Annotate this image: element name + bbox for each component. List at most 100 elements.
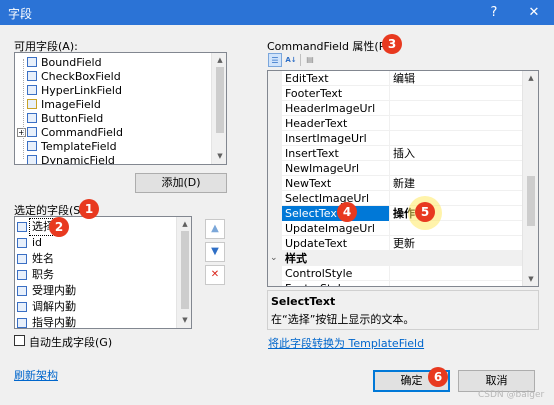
property-row[interactable]: NewText 新建 bbox=[268, 176, 522, 191]
available-field-label: BoundField bbox=[41, 56, 102, 69]
property-row[interactable]: ControlStyle bbox=[268, 266, 522, 281]
button-icon bbox=[27, 113, 37, 123]
property-grid[interactable]: EditText 编辑 FooterText HeaderImageUrl Header… bbox=[267, 70, 539, 287]
available-field-item[interactable]: ImageField bbox=[15, 97, 210, 112]
add-button[interactable]: 添加(D) bbox=[135, 173, 227, 193]
field-icon bbox=[17, 222, 27, 232]
property-value[interactable] bbox=[390, 101, 520, 116]
property-name: NewImageUrl bbox=[282, 161, 390, 176]
property-value[interactable] bbox=[390, 281, 520, 286]
property-row[interactable]: SelectImageUrl bbox=[268, 191, 522, 206]
property-row[interactable]: UpdateImageUrl bbox=[268, 221, 522, 236]
scroll-thumb[interactable] bbox=[216, 67, 224, 133]
available-field-item[interactable]: BoundField bbox=[15, 55, 210, 70]
scroll-thumb[interactable] bbox=[527, 176, 535, 226]
property-value[interactable]: 更新 bbox=[390, 236, 520, 251]
move-up-button[interactable]: ▲ bbox=[205, 219, 225, 239]
annotation-badge-6: 6 bbox=[428, 367, 448, 387]
selected-scrollbar[interactable]: ▲ ▼ bbox=[176, 217, 191, 328]
available-fields-tree[interactable]: BoundField CheckBoxField HyperLinkField Ima… bbox=[14, 52, 227, 165]
property-scrollbar[interactable]: ▲ ▼ bbox=[522, 71, 538, 286]
auto-generate-checkbox[interactable] bbox=[14, 335, 25, 346]
alphabetical-icon[interactable]: A↓ bbox=[284, 53, 298, 67]
field-icon bbox=[27, 57, 37, 67]
selected-field-item[interactable]: 受理内勤 bbox=[15, 283, 175, 299]
dialog-window: 字段 ? ✕ 可用字段(A): BoundField CheckBoxField H… bbox=[0, 0, 554, 405]
convert-to-templatefield-link[interactable]: 将此字段转换为 TemplateField bbox=[268, 335, 424, 351]
property-row[interactable]: EditText 编辑 bbox=[268, 71, 522, 86]
selected-field-item[interactable]: id bbox=[15, 235, 175, 251]
property-row[interactable]: FooterStyle bbox=[268, 281, 522, 286]
scroll-down-icon[interactable]: ▼ bbox=[180, 315, 190, 325]
available-field-item[interactable]: DynamicField bbox=[15, 153, 210, 165]
property-value[interactable] bbox=[390, 131, 520, 146]
hyperlink-icon bbox=[27, 85, 37, 95]
property-value[interactable] bbox=[390, 86, 520, 101]
refresh-schema-link[interactable]: 刷新架构 bbox=[14, 367, 58, 383]
selected-field-item[interactable]: 选择 bbox=[15, 218, 175, 236]
move-down-button[interactable]: ▼ bbox=[205, 242, 225, 262]
close-icon[interactable]: ✕ bbox=[516, 0, 552, 25]
selected-field-label: id bbox=[32, 236, 43, 249]
selected-field-label: 受理内勤 bbox=[32, 284, 76, 297]
title-bar[interactable]: 字段 ? ✕ bbox=[0, 0, 554, 25]
property-value[interactable] bbox=[390, 221, 520, 236]
property-name: FooterStyle bbox=[282, 281, 390, 286]
property-value[interactable]: 编辑 bbox=[390, 71, 520, 86]
scroll-up-icon[interactable]: ▲ bbox=[215, 55, 225, 65]
checkbox-icon bbox=[27, 71, 37, 81]
scroll-up-icon[interactable]: ▲ bbox=[526, 73, 536, 83]
field-icon bbox=[17, 270, 27, 280]
cancel-button[interactable]: 取消 bbox=[458, 370, 535, 392]
property-value[interactable] bbox=[390, 116, 520, 131]
available-field-item[interactable]: HyperLinkField bbox=[15, 83, 210, 98]
expand-icon[interactable]: + bbox=[17, 128, 26, 137]
property-value[interactable] bbox=[390, 266, 520, 281]
selected-field-item[interactable]: 姓名 bbox=[15, 251, 175, 267]
property-row[interactable]: HeaderImageUrl bbox=[268, 101, 522, 116]
field-icon bbox=[17, 302, 27, 312]
help-icon[interactable]: ? bbox=[476, 0, 512, 25]
window-title: 字段 bbox=[8, 7, 33, 21]
delete-button[interactable]: ✕ bbox=[205, 265, 225, 285]
field-icon bbox=[17, 238, 27, 248]
collapse-icon[interactable]: ⌄ bbox=[270, 251, 278, 266]
selected-fields-list[interactable]: 选择 id 姓名 职务 受理内勤调解内勤 指导内勤 ▲ ▼ bbox=[14, 216, 192, 329]
image-icon bbox=[27, 99, 37, 109]
available-field-item[interactable]: TemplateField bbox=[15, 139, 210, 154]
scroll-thumb[interactable] bbox=[181, 231, 189, 309]
property-row[interactable]: HeaderText bbox=[268, 116, 522, 131]
property-pages-icon[interactable]: ▤ bbox=[303, 53, 317, 67]
scroll-down-icon[interactable]: ▼ bbox=[215, 151, 225, 161]
property-row[interactable]: NewImageUrl bbox=[268, 161, 522, 176]
available-scrollbar[interactable]: ▲ ▼ bbox=[211, 53, 226, 164]
property-value[interactable] bbox=[390, 161, 520, 176]
annotation-badge-4: 4 bbox=[337, 202, 357, 222]
property-row[interactable]: InsertText 插入 bbox=[268, 146, 522, 161]
categorized-icon[interactable]: ☰ bbox=[268, 53, 282, 67]
tree-line bbox=[23, 59, 24, 159]
property-name: NewText bbox=[282, 176, 390, 191]
selected-field-item[interactable]: 职务 bbox=[15, 267, 175, 283]
property-row[interactable]: SelectText 操作 bbox=[268, 206, 522, 221]
property-name: UpdateText bbox=[282, 236, 390, 251]
available-field-item[interactable]: + CommandField bbox=[15, 125, 210, 140]
available-field-label: CheckBoxField bbox=[41, 70, 121, 83]
scroll-up-icon[interactable]: ▲ bbox=[180, 219, 190, 229]
property-row[interactable]: InsertImageUrl bbox=[268, 131, 522, 146]
property-value[interactable]: 新建 bbox=[390, 176, 520, 191]
property-value[interactable]: 插入 bbox=[390, 146, 520, 161]
available-field-label: DynamicField bbox=[41, 154, 115, 165]
property-name: InsertImageUrl bbox=[282, 131, 390, 146]
property-row[interactable]: UpdateText 更新 bbox=[268, 236, 522, 251]
property-name: SelectImageUrl bbox=[282, 191, 390, 206]
available-field-item[interactable]: ButtonField bbox=[15, 111, 210, 126]
selected-field-item[interactable]: 指导内勤 bbox=[15, 315, 175, 328]
property-row[interactable]: FooterText bbox=[268, 86, 522, 101]
available-field-label: ImageField bbox=[41, 98, 101, 111]
property-category[interactable]: ⌄ 样式 bbox=[268, 251, 522, 266]
scroll-down-icon[interactable]: ▼ bbox=[526, 274, 536, 284]
available-field-item[interactable]: CheckBoxField bbox=[15, 69, 210, 84]
selected-field-item[interactable]: 调解内勤 bbox=[15, 299, 175, 315]
properties-label: CommandField 属性(P): bbox=[267, 40, 394, 53]
